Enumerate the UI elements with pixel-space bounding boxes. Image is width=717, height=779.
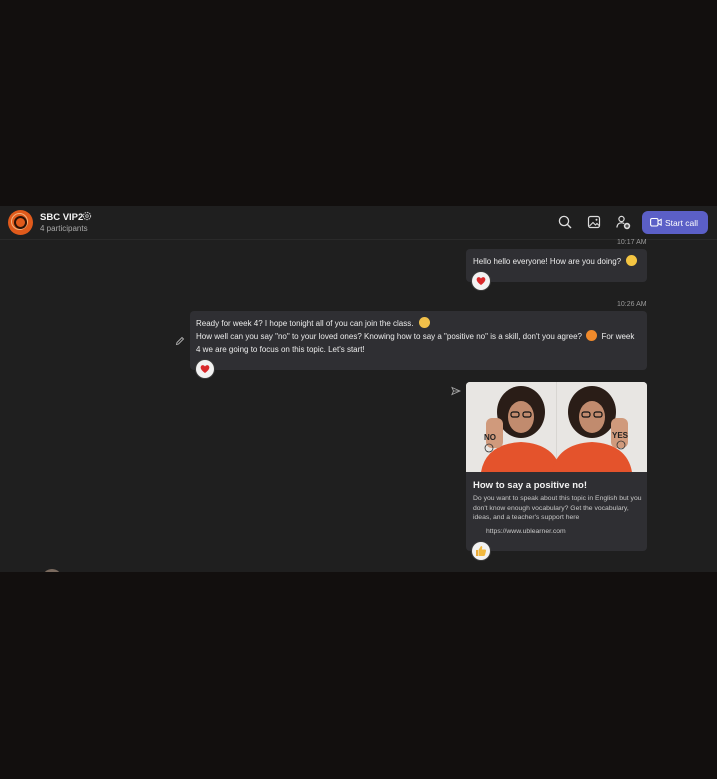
link-preview-image[interactable]: NO YES [466,382,647,472]
message-text-line2: How well can you say "no" to your loved … [196,332,582,341]
heart-reaction[interactable] [196,360,214,378]
emoji-icon [418,317,430,328]
heart-icon [476,277,486,285]
add-people-icon[interactable] [615,214,631,230]
message-bubble[interactable]: Hello hello everyone! How are you doing? [466,249,647,282]
message-bubble[interactable]: Ready for week 4? I hope tonight all of … [190,311,647,370]
group-avatar[interactable] [8,210,33,235]
heart-reaction[interactable] [472,272,490,290]
message-text-line2b: For week [601,332,635,341]
start-call-label: Start call [665,218,699,228]
start-call-button[interactable]: Start call [642,211,708,234]
heart-icon [200,365,210,373]
participants-count[interactable]: 4 participants [40,224,88,233]
link-card-description: Do you want to speak about this topic in… [473,495,642,521]
edit-icon[interactable] [175,333,185,346]
link-preview-card[interactable]: NO YES How to say a positive no! Do you … [466,382,647,551]
gallery-icon[interactable] [586,214,602,230]
thumbs-up-icon [476,546,487,556]
message-text-line1: Ready for week 4? I hope tonight all of … [196,319,414,328]
chat-window: SBC VIP2 4 participants Start call 10:17… [0,206,717,572]
image-label-yes: YES [612,431,629,440]
image-label-no: NO [484,433,496,442]
message-text-line3: 4 we are going to focus on this topic. L… [196,345,365,354]
chat-header: SBC VIP2 4 participants Start call [0,206,717,240]
chat-title[interactable]: SBC VIP2 [40,212,83,223]
message-text: Hello hello everyone! How are you doing? [473,257,622,266]
next-message-avatar [42,569,62,572]
message-timestamp: 10:26 AM [617,301,647,308]
sparkle-emoji-icon [586,330,598,341]
link-card-url[interactable]: https://www.ublearner.com [486,528,566,535]
emoji-icon [626,255,638,266]
sent-icon [451,383,462,396]
thumbs-up-reaction[interactable] [472,542,490,560]
link-card-title[interactable]: How to say a positive no! [473,480,587,491]
video-camera-icon [650,217,662,227]
message-timestamp: 10:17 AM [617,239,647,246]
settings-icon[interactable] [82,211,92,224]
search-icon[interactable] [557,214,573,230]
